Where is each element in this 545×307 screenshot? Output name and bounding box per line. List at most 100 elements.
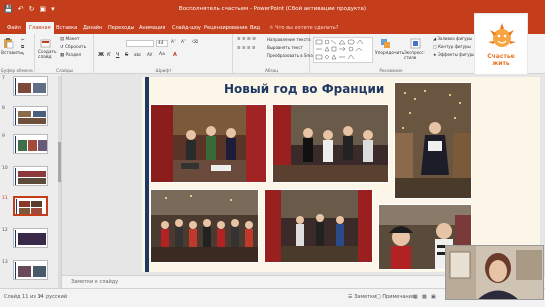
photo-image [395, 83, 471, 198]
tab-review[interactable]: Рецензирование [204, 22, 248, 34]
tab-slideshow[interactable]: Слайд-шоу [172, 22, 201, 34]
notes-button[interactable]: ☰ Заметки [348, 294, 376, 300]
slide-thumbnail-pane: 7 8 9 10 11 12 13 [0, 74, 62, 288]
tab-home[interactable]: Главная [26, 22, 54, 34]
thumbnail-item[interactable]: 7 [0, 76, 60, 98]
thumbnail-scrollbar[interactable] [58, 76, 61, 288]
shape-outline-button[interactable]: ▢ Контур фигуры [433, 44, 471, 49]
new-slide-button[interactable]: Создать слайд [38, 50, 57, 60]
paste-icon[interactable] [3, 38, 14, 49]
spellcheck-icon[interactable]: ✓ [38, 294, 42, 300]
slide[interactable]: Новый год во Франции [142, 77, 540, 272]
arrange-button[interactable]: Упорядочить [375, 51, 404, 56]
font-name-box[interactable] [126, 40, 154, 47]
photo-image [273, 105, 388, 182]
font-group: 44 A˄ A˅ ⌫ Ж К Ч S abc AV Aa A Шрифт [95, 34, 233, 74]
title-bar: 💾 ↶ ↻ ▣ ▾ Восполнятель счастьем - PowerP… [0, 0, 545, 20]
slides-group: Создать слайд ▤ Макет ↺ Сбросить ▦ Разде… [36, 34, 94, 74]
tab-transitions[interactable]: Переходы [108, 22, 135, 34]
slide-photo[interactable] [150, 189, 259, 263]
slide-thumbnail[interactable] [13, 228, 48, 248]
sun-logo-icon [488, 23, 516, 47]
new-slide-icon[interactable] [40, 38, 51, 49]
italic-button[interactable]: К [107, 52, 111, 58]
shape-effects-button[interactable]: ★ Эффекты фигуры [433, 52, 475, 57]
shadow-button[interactable]: abc [134, 52, 141, 57]
font-size-box[interactable]: 44 [156, 40, 168, 47]
drawing-label: Рисование [379, 68, 403, 73]
slide-thumbnail[interactable] [13, 166, 48, 186]
shrink-font-icon[interactable]: A˅ [181, 40, 186, 45]
tab-file[interactable]: Файл [7, 22, 21, 34]
tab-view[interactable]: Вид [250, 22, 260, 34]
bullets-icon[interactable]: ≡ ≡ ☰ ☰ [237, 37, 256, 42]
slide-photo[interactable] [264, 189, 373, 263]
spacing-button[interactable]: AV [147, 52, 152, 57]
grow-font-icon[interactable]: A˄ [171, 40, 176, 45]
thumbnail-item[interactable]: 9 [0, 134, 60, 156]
tab-insert[interactable]: Вставка [56, 22, 77, 34]
shapes-icon [315, 39, 364, 60]
font-color-icon[interactable]: A [173, 52, 177, 58]
paragraph-group: ≡ ≡ ☰ ☰ ≡ ≡ ≡ ≡ Направление текста Выров… [234, 34, 322, 74]
clear-format-icon[interactable]: ⌫ [192, 40, 198, 45]
arrange-icon[interactable] [380, 38, 391, 49]
webcam-overlay [445, 245, 544, 300]
window-title: Восполнятель счастьем - PowerPoint (Сбой… [178, 6, 367, 12]
thumbnail-item[interactable]: 10 [0, 166, 60, 188]
thumbnail-item[interactable]: 12 [0, 228, 60, 250]
slide-thumbnail[interactable] [13, 106, 48, 126]
slide-thumbnail[interactable] [13, 76, 48, 96]
thumbnail-item[interactable]: 8 [0, 106, 60, 128]
comments-button[interactable]: □ Примечания [376, 294, 415, 300]
tab-animations[interactable]: Анимация [139, 22, 165, 34]
underline-button[interactable]: Ч [116, 52, 119, 58]
clipboard-label: Буфер обмена [1, 68, 33, 73]
slide-sorter-icon[interactable]: ▩ [422, 294, 427, 300]
quick-styles-button[interactable]: Экспресс-стили [404, 50, 426, 61]
reset-button[interactable]: ↺ Сбросить [60, 45, 86, 50]
language-indicator[interactable]: русский [46, 294, 67, 300]
normal-view-icon[interactable]: ▦ [413, 294, 418, 300]
align-text-button[interactable]: Выровнять текст [267, 45, 303, 50]
scrollbar-thumb[interactable] [58, 142, 61, 182]
photo-image [151, 105, 266, 182]
align-icon[interactable]: ≡ ≡ ≡ ≡ [237, 46, 256, 51]
slide-photo[interactable] [272, 104, 389, 183]
tell-me-box[interactable]: ☼ Что вы хотите сделать? [269, 22, 338, 34]
notes-placeholder: Заметки к слайду [71, 279, 119, 285]
reading-view-icon[interactable]: ▣ [431, 294, 436, 300]
thumbnail-item-selected[interactable]: 11 [0, 196, 60, 218]
strikethrough-button[interactable]: S [125, 52, 128, 58]
quick-styles-icon[interactable] [410, 38, 421, 49]
slide-photo[interactable] [150, 104, 267, 183]
text-direction-button[interactable]: Направление текста [267, 37, 311, 42]
cut-icon[interactable]: ✂ [21, 38, 25, 43]
paragraph-label: Абзац [264, 68, 279, 73]
slide-accent-bar [145, 77, 149, 272]
tab-design[interactable]: Дизайн [83, 22, 102, 34]
layout-button[interactable]: ▤ Макет [60, 37, 80, 42]
copy-icon[interactable]: ⧉ [21, 45, 24, 50]
format-painter-icon[interactable]: ✎ [21, 52, 25, 57]
ribbon: Вставить ✂ ⧉ ✎ Буфер обмена Создать слай… [0, 34, 545, 74]
slide-title[interactable]: Новый год во Франции [224, 82, 384, 96]
clipboard-group: Вставить ✂ ⧉ ✎ Буфер обмена [0, 34, 35, 74]
photo-image [265, 190, 372, 262]
bold-button[interactable]: Ж [98, 52, 104, 58]
slide-thumbnail[interactable] [13, 134, 48, 154]
ribbon-tabs: Файл Главная Вставка Дизайн Переходы Ани… [0, 20, 545, 34]
paste-button[interactable]: Вставить [1, 51, 22, 56]
shapes-gallery[interactable] [313, 37, 373, 63]
section-button[interactable]: ▦ Раздел [60, 53, 81, 58]
shape-fill-button[interactable]: ◢ Заливка фигуры [433, 36, 472, 41]
webcam-image [446, 246, 543, 299]
slide-thumbnail[interactable] [13, 196, 48, 216]
slides-label: Слайды [55, 68, 74, 73]
logo-text: Счастье жить [487, 53, 515, 67]
channel-logo: Счастье жить [474, 13, 528, 76]
slide-thumbnail[interactable] [13, 260, 48, 280]
slide-photo[interactable] [394, 82, 472, 199]
change-case-button[interactable]: Aa [159, 52, 165, 57]
thumbnail-item[interactable]: 13 [0, 260, 60, 282]
